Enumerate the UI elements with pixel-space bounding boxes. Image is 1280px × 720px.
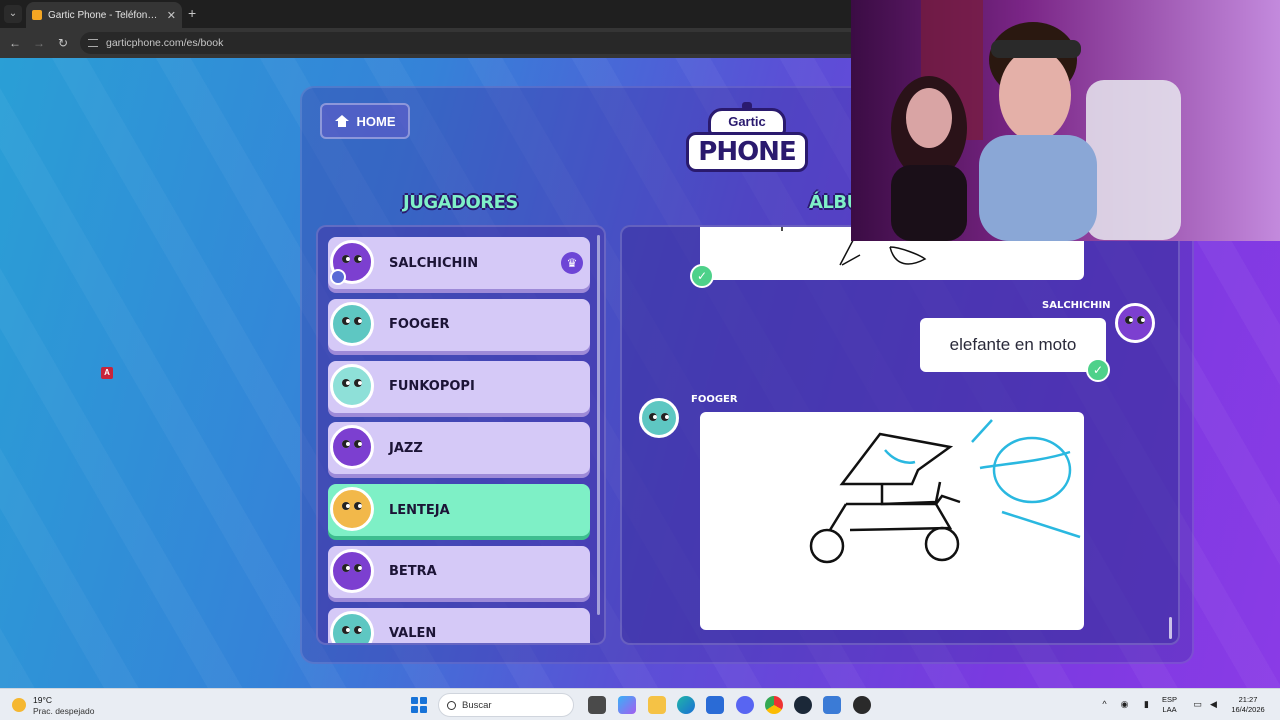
weather-description[interactable]: Prac. despejado — [33, 706, 94, 716]
back-button[interactable]: ← — [6, 34, 24, 52]
player-avatar — [330, 363, 374, 408]
player-name: VALEN — [389, 626, 437, 642]
close-tab-icon[interactable]: ✕ — [167, 9, 176, 22]
logo-bottom-text: PHONE — [686, 132, 808, 172]
check-icon: ✓ — [690, 264, 714, 288]
obs-app-icon[interactable] — [853, 696, 871, 714]
forward-button[interactable]: → — [30, 34, 48, 52]
player-name: SALCHICHIN — [389, 255, 479, 271]
album-panel: ✓ SALCHICHIN elefante en moto ✓ FOOGER — [620, 225, 1180, 645]
language-secondary: LAA — [1162, 705, 1177, 714]
clock-date: 16/4/2026 — [1231, 705, 1265, 714]
player-card: FUNKOPOPI — [328, 360, 590, 413]
drawing-card — [700, 412, 1084, 630]
player-avatar — [330, 301, 374, 346]
browser-tab[interactable]: Gartic Phone - Teléfono Descon... ✕ — [26, 2, 182, 28]
player-name: LENTEJA — [389, 502, 450, 518]
reload-button[interactable]: ↻ — [54, 34, 72, 52]
network-icon[interactable]: ◉ — [1119, 699, 1130, 710]
avatar-eyes — [649, 413, 669, 421]
motorcycle-drawing — [809, 419, 1081, 564]
player-card: SALCHICHIN ♛ — [328, 237, 590, 289]
url-text: garticphone.com/es/book — [106, 37, 224, 49]
discord-app-icon[interactable] — [736, 696, 754, 714]
players-panel: SALCHICHIN ♛ FOOGER FUNKOPOPI JAZZ LENTEJA BET… — [316, 225, 606, 645]
avatar-eyes — [342, 440, 362, 449]
player-card: FOOGER — [328, 298, 590, 351]
player-card: JAZZ — [328, 422, 590, 475]
player-name: FOOGER — [389, 317, 450, 333]
display-icon[interactable]: ▭ — [1192, 699, 1203, 710]
player-name: FUNKOPOPI — [389, 379, 475, 395]
chevron-up-icon[interactable]: ^ — [1099, 699, 1110, 710]
player-name: BETRA — [389, 564, 437, 580]
language-indicator[interactable]: ESP LAA — [1162, 695, 1177, 715]
message-text: elefante en moto — [949, 335, 1077, 354]
site-info-icon[interactable] — [88, 39, 98, 47]
crown-icon: ♛ — [561, 252, 583, 274]
windows-start-icon[interactable] — [411, 697, 427, 713]
clock[interactable]: 21:27 16/4/2026 — [1226, 695, 1270, 715]
home-label: HOME — [356, 113, 396, 129]
avatar-eyes — [342, 255, 362, 263]
terminal-app-icon[interactable] — [588, 696, 606, 714]
volume-icon[interactable]: ◀ — [1208, 699, 1219, 710]
weather-sun-icon[interactable] — [12, 698, 26, 712]
home-icon — [334, 115, 349, 127]
avatar-eyes — [342, 316, 362, 325]
player-name: JAZZ — [389, 440, 423, 456]
microphone-icon[interactable]: ▮ — [1141, 699, 1152, 710]
players-scrollbar[interactable] — [597, 235, 600, 615]
player-avatar — [330, 487, 374, 532]
language-primary: ESP — [1162, 695, 1178, 704]
check-icon: ✓ — [1086, 358, 1110, 382]
avatar-eyes — [1125, 316, 1145, 324]
webcam-feed — [851, 0, 1280, 241]
player-list: SALCHICHIN ♛ FOOGER FUNKOPOPI JAZZ LENTEJA BET… — [328, 237, 590, 643]
copilot-app-icon[interactable] — [618, 696, 636, 714]
new-tab-button[interactable]: + — [188, 5, 196, 21]
message-author-2: FOOGER — [691, 394, 738, 405]
avatar-eyes — [342, 625, 362, 634]
player-avatar — [330, 425, 374, 470]
players-title: JUGADORES — [403, 192, 518, 213]
notepad-app-icon[interactable] — [823, 696, 841, 714]
steam-app-icon[interactable] — [794, 696, 812, 714]
player-card: BETRA — [328, 545, 590, 598]
player-avatar — [330, 548, 374, 593]
webcam-overlay — [851, 0, 1280, 241]
tab-title: Gartic Phone - Teléfono Descon... — [48, 9, 161, 21]
taskbar-search[interactable]: Buscar — [438, 693, 574, 717]
salchichin-avatar — [1115, 303, 1155, 343]
avatar-eyes — [342, 563, 362, 572]
phone-favicon-icon — [32, 10, 42, 20]
player-card: VALEN — [328, 607, 590, 643]
avatar-eyes — [342, 378, 362, 387]
tab-list-button[interactable]: ⌄ — [4, 5, 22, 23]
extension-badge[interactable]: A — [101, 367, 113, 379]
player-avatar — [330, 610, 374, 643]
message-bubble: elefante en moto — [920, 318, 1106, 372]
clock-time: 21:27 — [1238, 695, 1258, 704]
album-scrollbar[interactable] — [1169, 617, 1172, 639]
player-card: LENTEJA — [328, 484, 590, 537]
chrome-app-icon[interactable] — [765, 696, 783, 714]
fooger-avatar — [639, 398, 679, 438]
message-author-1: SALCHICHIN — [1042, 300, 1111, 311]
home-button[interactable]: HOME — [320, 103, 410, 139]
store-app-icon[interactable] — [706, 696, 724, 714]
search-icon — [447, 700, 456, 710]
search-placeholder: Buscar — [462, 699, 492, 711]
edge-browser-icon[interactable] — [677, 696, 695, 714]
file-explorer-icon[interactable] — [648, 696, 666, 714]
address-bar[interactable]: garticphone.com/es/book — [80, 32, 860, 54]
owner-user-icon — [330, 269, 346, 285]
gartic-phone-logo: Gartic PHONE — [686, 102, 808, 178]
weather-temperature[interactable]: 19°C — [33, 695, 52, 705]
windows-taskbar: 19°C Prac. despejado Buscar ^ ◉ ▮ ESP LA… — [0, 688, 1280, 720]
avatar-eyes — [342, 502, 362, 511]
